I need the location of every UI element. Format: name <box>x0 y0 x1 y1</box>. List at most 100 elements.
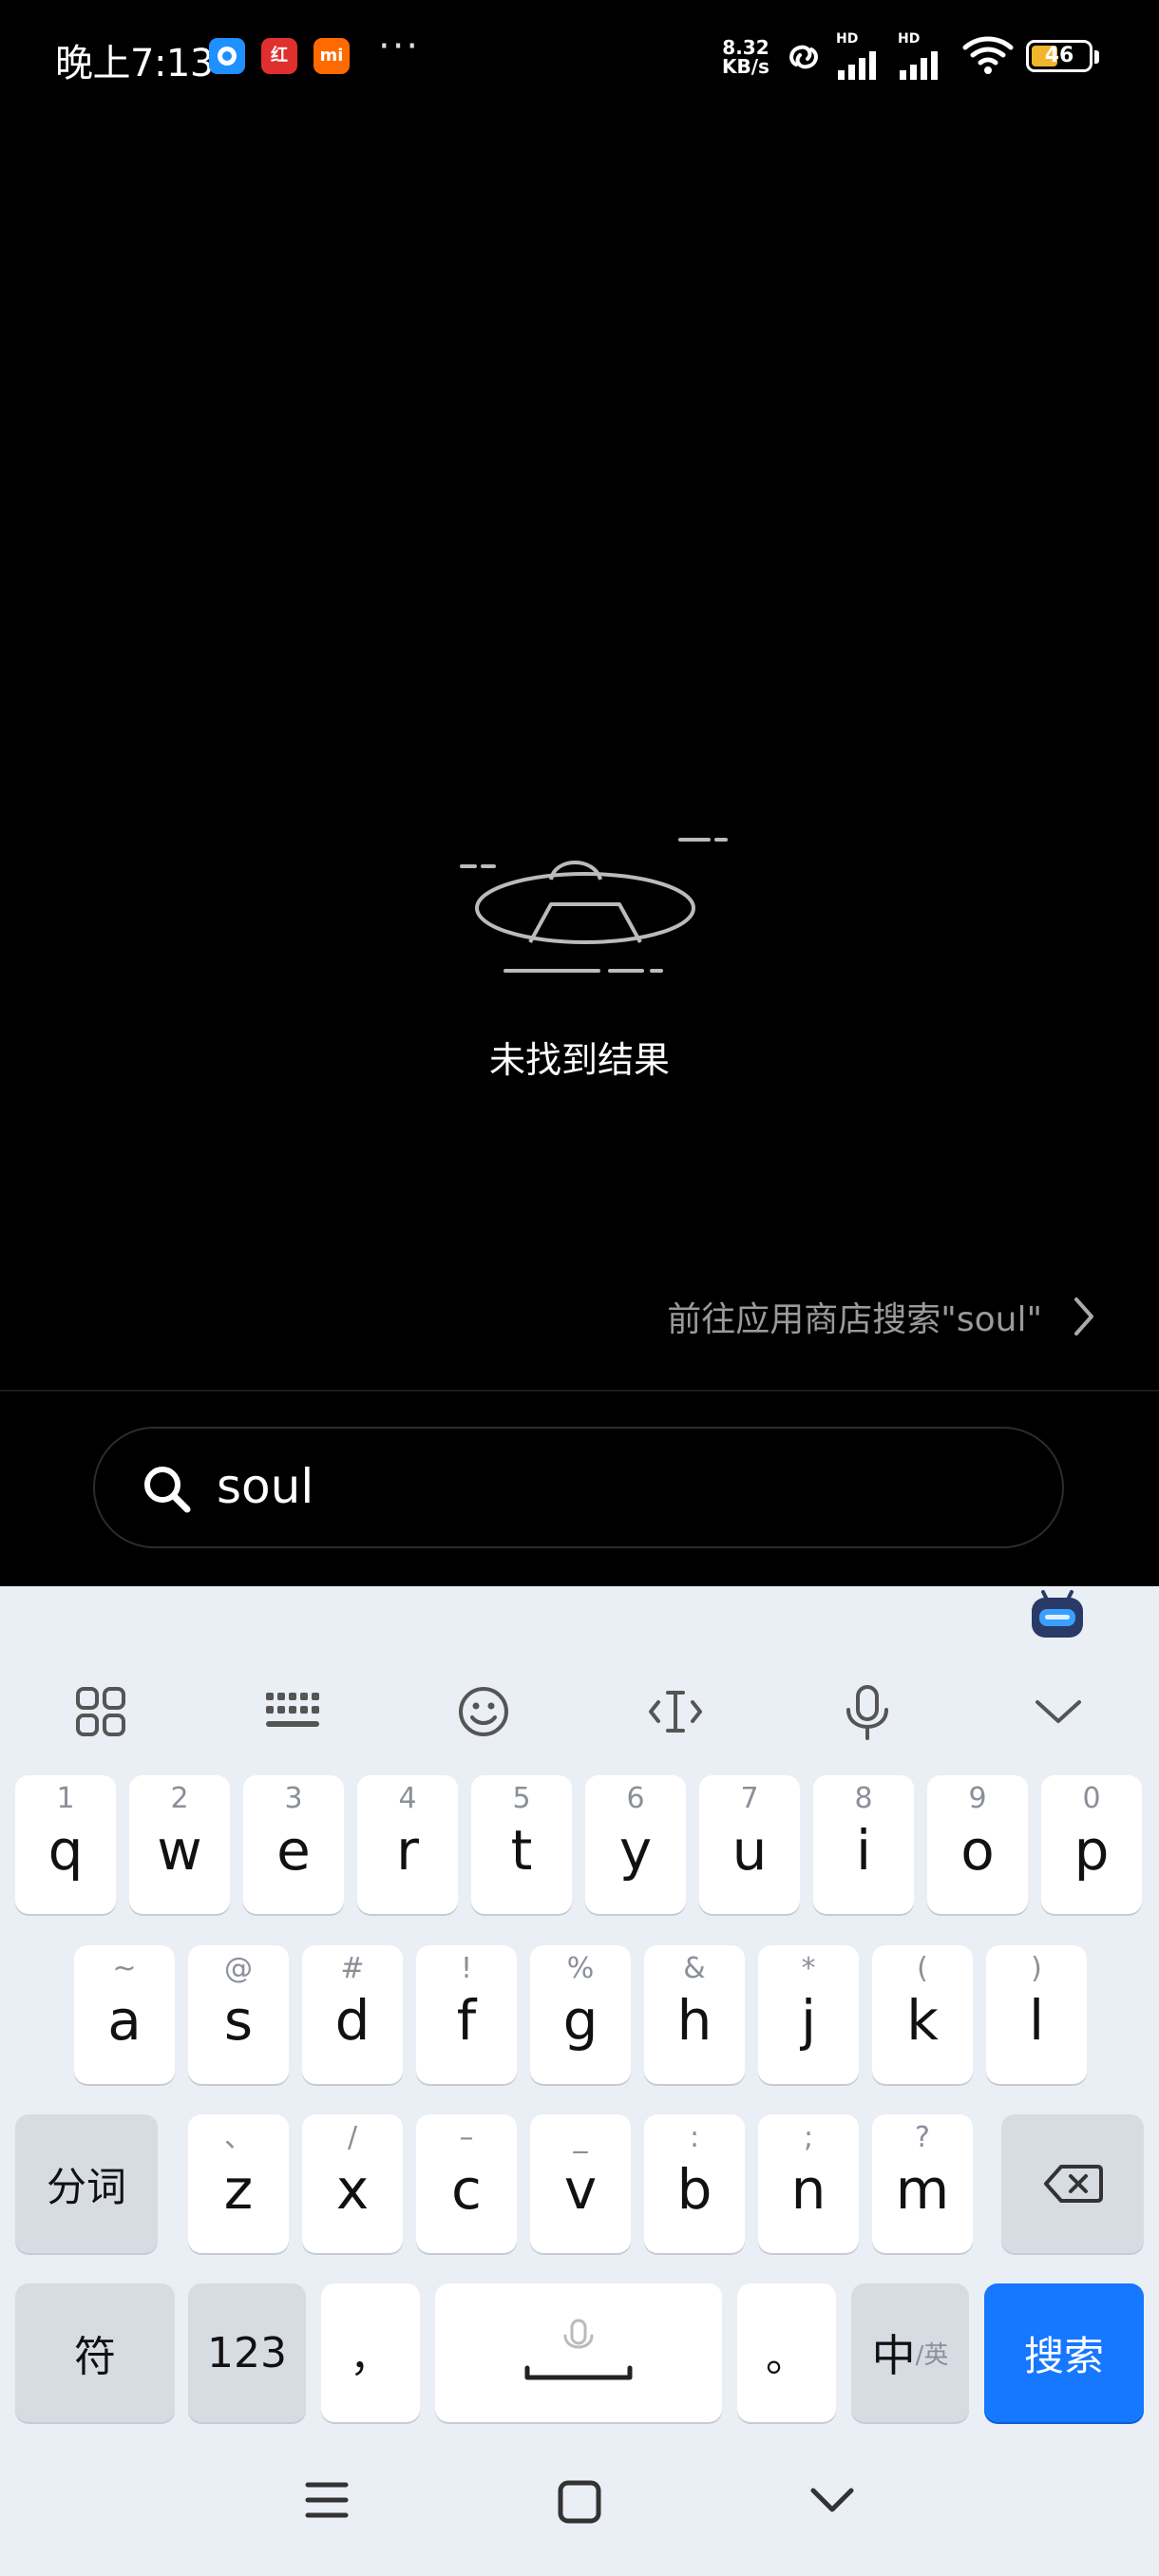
menu-nav-icon[interactable] <box>304 2479 350 2521</box>
key-i[interactable]: 8i <box>813 1775 914 1914</box>
key-c[interactable]: – c <box>416 2114 517 2253</box>
key-hint: 4 <box>398 1782 417 1815</box>
key-r[interactable]: 4r <box>357 1775 458 1914</box>
segment-key-label: 分词 <box>46 2163 126 2210</box>
key-label: w <box>157 1818 202 1883</box>
key-p[interactable]: 0p <box>1041 1775 1142 1914</box>
key-d[interactable]: # d <box>302 1945 403 2084</box>
space-key[interactable] <box>435 2283 722 2422</box>
key-g[interactable]: % g <box>530 1945 631 2084</box>
key-h[interactable]: & h <box>644 1945 745 2084</box>
key-t[interactable]: 5t <box>471 1775 572 1914</box>
keyboard-assistant-icon[interactable] <box>1028 1588 1087 1641</box>
key-b[interactable]: :b <box>644 2114 745 2253</box>
grid-icon[interactable] <box>72 1683 129 1740</box>
key-label: s <box>223 1988 254 2053</box>
net-speed: 8.32 KB/s <box>722 38 770 76</box>
key-n[interactable]: ; n <box>758 2114 859 2253</box>
empty-result-message: 未找到结果 <box>488 1039 670 1081</box>
key-hint: _ <box>573 2121 588 2154</box>
key-label: u <box>732 1818 768 1883</box>
key-hint: ) <box>1031 1952 1042 1985</box>
battery-tip <box>1094 50 1099 64</box>
key-hint: 5 <box>512 1782 531 1815</box>
key-y[interactable]: 6y <box>585 1775 686 1914</box>
app-store-search-link[interactable]: 前往应用商店搜索"soul" <box>667 1292 1097 1341</box>
period-key-label: 。 <box>766 2333 808 2381</box>
red-app-icon: 红 <box>261 38 297 74</box>
keyboard-icon[interactable] <box>264 1683 321 1740</box>
key-o[interactable]: 9o <box>927 1775 1028 1914</box>
mi-app-icon: mi <box>314 38 350 74</box>
key-s[interactable]: @ s <box>188 1945 289 2084</box>
key-hint: ~ <box>112 1952 137 1985</box>
key-z[interactable]: 、 z <box>188 2114 289 2253</box>
key-hint: 0 <box>1082 1782 1101 1815</box>
key-hint: ! <box>460 1952 473 1985</box>
battery-level: 46 <box>1044 44 1074 67</box>
comma-key[interactable]: ， <box>321 2283 420 2422</box>
key-label: k <box>906 1988 939 2053</box>
segment-key[interactable]: 分词 <box>15 2114 158 2253</box>
emoji-icon[interactable] <box>455 1683 512 1740</box>
signal-1-icon <box>838 51 876 80</box>
search-key[interactable]: 搜索 <box>984 2283 1144 2422</box>
key-label: i <box>855 1818 872 1883</box>
key-v[interactable]: _ v <box>530 2114 631 2253</box>
divider <box>0 1390 1159 1392</box>
key-hint: 7 <box>740 1782 759 1815</box>
key-hint: 3 <box>284 1782 303 1815</box>
key-hint: ( <box>917 1952 928 1985</box>
key-w[interactable]: 2w <box>129 1775 230 1914</box>
search-input[interactable]: soul <box>93 1427 1064 1548</box>
key-q[interactable]: 1q <box>15 1775 116 1914</box>
key-hint: @ <box>224 1952 253 1985</box>
key-m[interactable]: ? m <box>872 2114 973 2253</box>
key-label: n <box>790 2157 826 2222</box>
signal-2-hd-label: HD <box>898 31 921 47</box>
key-label: r <box>396 1818 419 1883</box>
key-hint: * <box>801 1952 816 1985</box>
key-l[interactable]: ) l <box>986 1945 1087 2084</box>
net-speed-unit: KB/s <box>722 55 770 78</box>
collapse-keyboard-icon[interactable] <box>1030 1683 1087 1740</box>
backspace-icon <box>1044 2165 1103 2203</box>
key-label: o <box>960 1818 995 1883</box>
home-nav-icon[interactable] <box>557 2479 602 2525</box>
numbers-key[interactable]: 123 <box>188 2283 306 2422</box>
symbols-key[interactable]: 符 <box>15 2283 175 2422</box>
back-nav-icon[interactable] <box>809 2479 855 2521</box>
key-label: j <box>800 1988 817 2053</box>
signal-2: HD <box>898 32 951 87</box>
key-label: f <box>456 1988 477 2053</box>
status-bar: 晚上7:13 红 mi ··· 8.32 KB/s HD HD 46 <box>0 0 1159 114</box>
delete-key[interactable] <box>1001 2114 1144 2253</box>
key-j[interactable]: * j <box>758 1945 859 2084</box>
numbers-key-label: 123 <box>207 2328 287 2377</box>
key-f[interactable]: ! f <box>416 1945 517 2084</box>
search-icon <box>144 1467 191 1513</box>
period-key[interactable]: 。 <box>737 2283 836 2422</box>
space-mic-icon <box>524 2319 633 2380</box>
language-switch-key[interactable]: 中/英 <box>851 2283 969 2422</box>
cursor-icon[interactable] <box>647 1683 704 1740</box>
key-hint: 、 <box>224 2121 253 2154</box>
key-label: m <box>895 2157 950 2222</box>
mic-icon[interactable] <box>839 1683 896 1740</box>
key-k[interactable]: (k <box>872 1945 973 2084</box>
delete-key-label <box>1001 2114 1144 2253</box>
key-label: g <box>562 1988 598 2053</box>
key-label: e <box>276 1818 311 1883</box>
key-a[interactable]: ~ a <box>74 1945 175 2084</box>
signal-1: HD <box>836 32 889 87</box>
key-hint: 1 <box>56 1782 75 1815</box>
key-label: h <box>676 1988 712 2053</box>
search-value: soul <box>217 1459 314 1514</box>
key-x[interactable]: / x <box>302 2114 403 2253</box>
key-hint: 6 <box>626 1782 645 1815</box>
key-hint: : <box>689 2121 700 2154</box>
status-time: 晚上7:13 <box>55 42 214 85</box>
key-u[interactable]: 7u <box>699 1775 800 1914</box>
key-e[interactable]: 3e <box>243 1775 344 1914</box>
key-label: d <box>334 1988 370 2053</box>
